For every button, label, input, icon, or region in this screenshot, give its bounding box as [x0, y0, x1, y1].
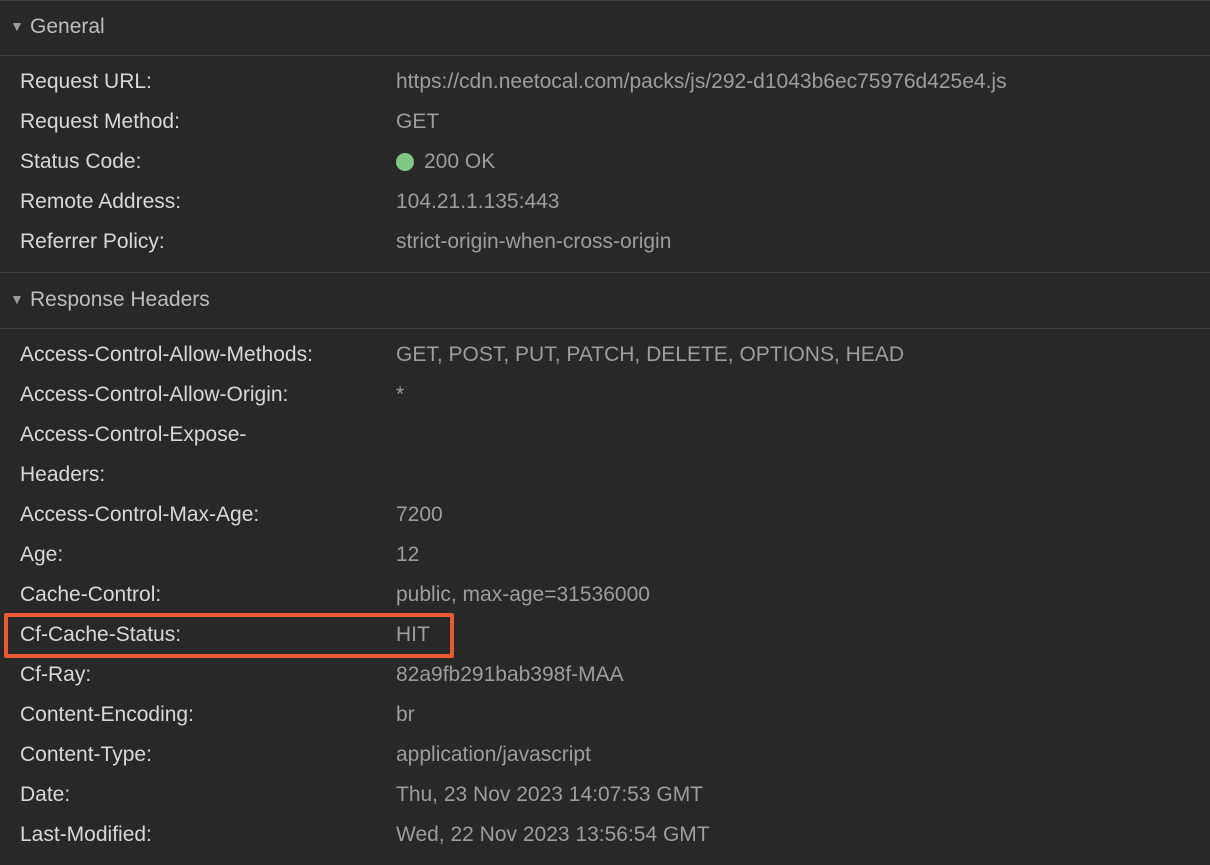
general-section-header[interactable]: ▼ General	[0, 0, 1210, 56]
response-headers-section-header[interactable]: ▼ Response Headers	[0, 273, 1210, 329]
header-label: Age:	[20, 535, 396, 575]
general-section-title: General	[30, 15, 105, 39]
response-header-row: Cache-Control:public, max-age=31536000	[0, 575, 1210, 615]
header-label: Access-Control-Allow-Origin:	[20, 375, 396, 415]
header-value: Thu, 23 Nov 2023 14:07:53 GMT	[396, 775, 1200, 815]
header-value: strict-origin-when-cross-origin	[396, 222, 1200, 262]
response-header-row: Content-Type:application/javascript	[0, 735, 1210, 775]
response-header-row: Age:12	[0, 535, 1210, 575]
header-label: Cf-Ray:	[20, 655, 396, 695]
general-row: Remote Address:104.21.1.135:443	[0, 182, 1210, 222]
response-header-row: Access-Control-Allow-Methods:GET, POST, …	[0, 335, 1210, 375]
header-label: Status Code:	[20, 142, 396, 182]
general-row: Status Code: 200 OK	[0, 142, 1210, 182]
header-label: Last-Modified:	[20, 815, 396, 855]
header-label: Remote Address:	[20, 182, 396, 222]
header-value: 82a9fb291bab398f-MAA	[396, 655, 1200, 695]
header-value: application/javascript	[396, 735, 1200, 775]
header-label: Content-Type:	[20, 735, 396, 775]
header-value: HIT	[396, 615, 1200, 655]
header-value: 104.21.1.135:443	[396, 182, 1200, 222]
headers-panel: ▼ General Request URL:https://cdn.neetoc…	[0, 0, 1210, 865]
response-header-row: Access-Control-Allow-Origin:*	[0, 375, 1210, 415]
header-label: Date:	[20, 775, 396, 815]
header-value: *	[396, 375, 1200, 415]
header-value-text: https://cdn.neetocal.com/packs/js/292-d1…	[396, 62, 1007, 102]
header-label: Referrer Policy:	[20, 222, 396, 262]
response-headers-rows: Access-Control-Allow-Methods:GET, POST, …	[0, 329, 1210, 865]
general-section: ▼ General Request URL:https://cdn.neetoc…	[0, 0, 1210, 273]
general-row: Request Method:GET	[0, 102, 1210, 142]
response-header-row: Cf-Cache-Status:HIT	[0, 615, 1210, 655]
response-header-row: Access-Control-Max-Age:7200	[0, 495, 1210, 535]
header-value: GET	[396, 102, 1200, 142]
header-label: Access-Control-Expose-Headers:	[20, 415, 300, 495]
general-row: Referrer Policy:strict-origin-when-cross…	[0, 222, 1210, 262]
disclosure-triangle-icon: ▼	[10, 292, 26, 306]
header-value: br	[396, 695, 1200, 735]
header-value-text: 200 OK	[424, 142, 495, 182]
disclosure-triangle-icon: ▼	[10, 19, 26, 33]
header-value: Wed, 22 Nov 2023 13:56:54 GMT	[396, 815, 1200, 855]
header-label: Access-Control-Max-Age:	[20, 495, 396, 535]
header-value: public, max-age=31536000	[396, 575, 1200, 615]
header-value-text: 104.21.1.135:443	[396, 182, 560, 222]
response-headers-section-title: Response Headers	[30, 288, 210, 312]
response-header-row: Date:Thu, 23 Nov 2023 14:07:53 GMT	[0, 775, 1210, 815]
response-headers-section: ▼ Response Headers Access-Control-Allow-…	[0, 273, 1210, 865]
header-label: Content-Encoding:	[20, 695, 396, 735]
response-header-row: Content-Encoding:br	[0, 695, 1210, 735]
header-value: 12	[396, 535, 1200, 575]
response-header-row: Last-Modified:Wed, 22 Nov 2023 13:56:54 …	[0, 815, 1210, 855]
header-value: GET, POST, PUT, PATCH, DELETE, OPTIONS, …	[396, 335, 1200, 375]
header-value: 7200	[396, 495, 1200, 535]
header-label: Request Method:	[20, 102, 396, 142]
general-row: Request URL:https://cdn.neetocal.com/pac…	[0, 62, 1210, 102]
header-value: https://cdn.neetocal.com/packs/js/292-d1…	[396, 62, 1200, 102]
header-label: Cache-Control:	[20, 575, 396, 615]
response-header-row: Cf-Ray:82a9fb291bab398f-MAA	[0, 655, 1210, 695]
status-dot-icon	[396, 153, 414, 171]
header-label: Request URL:	[20, 62, 396, 102]
header-value: 200 OK	[396, 142, 1200, 182]
header-label: Cf-Cache-Status:	[20, 615, 396, 655]
response-header-row: Access-Control-Expose-Headers:	[0, 415, 1210, 495]
header-value-text: GET	[396, 102, 439, 142]
header-label: Access-Control-Allow-Methods:	[20, 335, 396, 375]
header-value-text: strict-origin-when-cross-origin	[396, 222, 671, 262]
general-rows: Request URL:https://cdn.neetocal.com/pac…	[0, 56, 1210, 272]
